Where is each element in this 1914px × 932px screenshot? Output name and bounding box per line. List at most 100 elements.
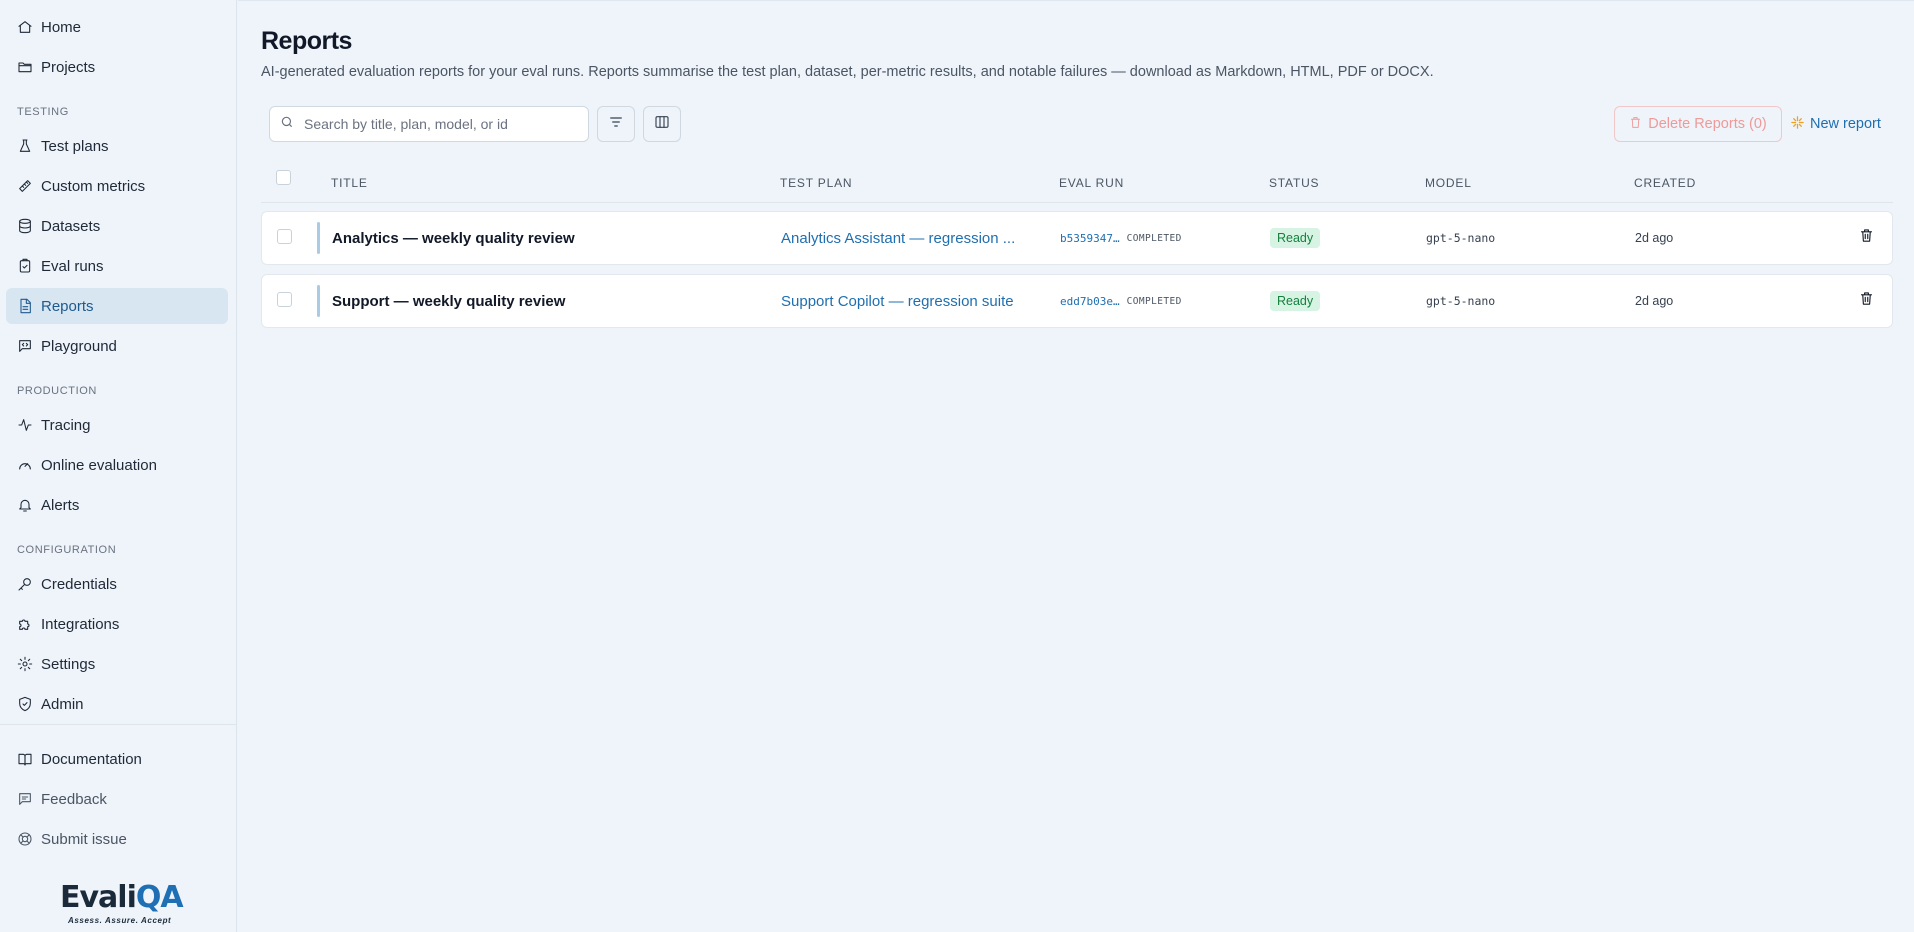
model-name: gpt-5-nano [1426, 294, 1496, 308]
message-icon [17, 791, 33, 807]
new-report-button[interactable]: New report [1790, 106, 1881, 142]
column-header-created[interactable]: CREATED [1634, 176, 1696, 190]
sidebar-item-tracing[interactable]: Tracing [6, 407, 228, 443]
flask-icon [17, 138, 33, 154]
sidebar-item-label: Projects [41, 58, 96, 76]
sparkles-icon [1790, 115, 1805, 134]
logo-text-main: Evali [60, 880, 137, 915]
sidebar-item-label: Alerts [41, 496, 80, 514]
report-title[interactable]: Support — weekly quality review [332, 275, 565, 327]
column-header-eval-run[interactable]: EVAL RUN [1059, 176, 1124, 190]
sidebar-item-datasets[interactable]: Datasets [6, 208, 228, 244]
lifebuoy-icon [17, 831, 33, 847]
sidebar-item-label: Playground [41, 337, 117, 355]
logo-text-accent: QA [135, 880, 184, 915]
row-accent-bar [317, 285, 320, 317]
page-description: AI-generated evaluation reports for your… [261, 64, 1434, 80]
sidebar-item-playground[interactable]: Playground [6, 328, 228, 364]
row-checkbox[interactable] [277, 292, 292, 307]
sidebar-item-documentation[interactable]: Documentation [6, 741, 228, 777]
book-icon [17, 751, 33, 767]
column-header-model[interactable]: MODEL [1425, 176, 1472, 190]
gauge-icon [17, 457, 33, 473]
trash-icon [1859, 228, 1874, 248]
trash-icon [1859, 291, 1874, 311]
table-row[interactable]: Analytics — weekly quality review Analyt… [261, 211, 1893, 265]
column-header-title[interactable]: TITLE [331, 176, 368, 190]
columns-icon [654, 114, 670, 135]
sidebar-item-credentials[interactable]: Credentials [6, 566, 228, 602]
database-icon [17, 218, 33, 234]
table-row[interactable]: Support — weekly quality review Support … [261, 274, 1893, 328]
delete-reports-button[interactable]: Delete Reports (0) [1614, 106, 1782, 142]
file-text-icon [17, 298, 33, 314]
sidebar-item-label: Credentials [41, 575, 117, 593]
evaliqa-logo: EvaliQA Assess. Assure. Accept [60, 880, 184, 928]
report-title[interactable]: Analytics — weekly quality review [332, 212, 575, 264]
sidebar-item-reports[interactable]: Reports [6, 288, 228, 324]
row-checkbox[interactable] [277, 229, 292, 244]
status-badge: Ready [1270, 228, 1321, 248]
section-title-testing: TESTING [17, 106, 69, 118]
activity-icon [17, 417, 33, 433]
key-icon [17, 576, 33, 592]
eval-run-link[interactable]: edd7b03e… [1060, 295, 1120, 308]
sidebar-item-projects[interactable]: Projects [6, 49, 228, 85]
status-badge: Ready [1270, 291, 1321, 311]
sidebar-item-label: Custom metrics [41, 177, 146, 195]
clipboard-check-icon [17, 258, 33, 274]
eval-run-cell: edd7b03e… COMPLETED [1060, 275, 1182, 327]
sidebar-item-alerts[interactable]: Alerts [6, 487, 228, 523]
sidebar-item-label: Documentation [41, 750, 142, 768]
columns-button[interactable] [643, 106, 681, 142]
ruler-icon [17, 178, 33, 194]
sidebar-item-label: Datasets [41, 217, 101, 235]
message-code-icon [17, 338, 33, 354]
search-box [269, 106, 589, 142]
sidebar-item-label: Integrations [41, 615, 120, 633]
eval-run-status: COMPLETED [1126, 295, 1182, 307]
eval-run-cell: b5359347… COMPLETED [1060, 212, 1182, 264]
bell-icon [17, 497, 33, 513]
column-header-status[interactable]: STATUS [1269, 176, 1319, 190]
sidebar-item-admin[interactable]: Admin [6, 686, 228, 722]
sidebar-item-label: Eval runs [41, 257, 104, 275]
sidebar-item-submit-issue[interactable]: Submit issue [6, 821, 228, 857]
search-input[interactable] [304, 116, 584, 132]
home-icon [17, 19, 33, 35]
sidebar-item-settings[interactable]: Settings [6, 646, 228, 682]
delete-row-button[interactable] [1859, 212, 1874, 264]
created-time: 2d ago [1635, 294, 1674, 308]
new-report-label: New report [1810, 116, 1881, 132]
folder-icon [17, 59, 33, 75]
select-all-checkbox[interactable] [276, 170, 291, 185]
created-time: 2d ago [1635, 231, 1674, 245]
sidebar-item-label: Admin [41, 695, 84, 713]
test-plan-link[interactable]: Analytics Assistant — regression ... [781, 212, 1015, 264]
eval-run-status: COMPLETED [1126, 232, 1182, 244]
delete-row-button[interactable] [1859, 275, 1874, 327]
status-cell: Ready [1270, 275, 1321, 327]
test-plan-link[interactable]: Support Copilot — regression suite [781, 275, 1014, 327]
shield-check-icon [17, 696, 33, 712]
sidebar-item-label: Home [41, 18, 82, 36]
sidebar-item-custom-metrics[interactable]: Custom metrics [6, 168, 228, 204]
sidebar-item-feedback[interactable]: Feedback [6, 781, 228, 817]
sidebar-item-label: Feedback [41, 790, 107, 808]
eval-run-link[interactable]: b5359347… [1060, 232, 1120, 245]
puzzle-icon [17, 616, 33, 632]
trash-icon [1629, 116, 1642, 133]
status-cell: Ready [1270, 212, 1321, 264]
search-icon [280, 115, 294, 134]
filter-button[interactable] [597, 106, 635, 142]
main-content: Reports AI-generated evaluation reports … [238, 0, 1914, 932]
sidebar-item-online-evaluation[interactable]: Online evaluation [6, 447, 228, 483]
sidebar-item-label: Online evaluation [41, 456, 157, 474]
column-header-test-plan[interactable]: TEST PLAN [780, 176, 852, 190]
sidebar-item-label: Reports [41, 297, 94, 315]
sidebar-item-integrations[interactable]: Integrations [6, 606, 228, 642]
table-header: TITLE TEST PLAN EVAL RUN STATUS MODEL CR… [261, 167, 1893, 203]
sidebar-item-eval-runs[interactable]: Eval runs [6, 248, 228, 284]
sidebar-item-home[interactable]: Home [6, 9, 228, 45]
sidebar-item-test-plans[interactable]: Test plans [6, 128, 228, 164]
